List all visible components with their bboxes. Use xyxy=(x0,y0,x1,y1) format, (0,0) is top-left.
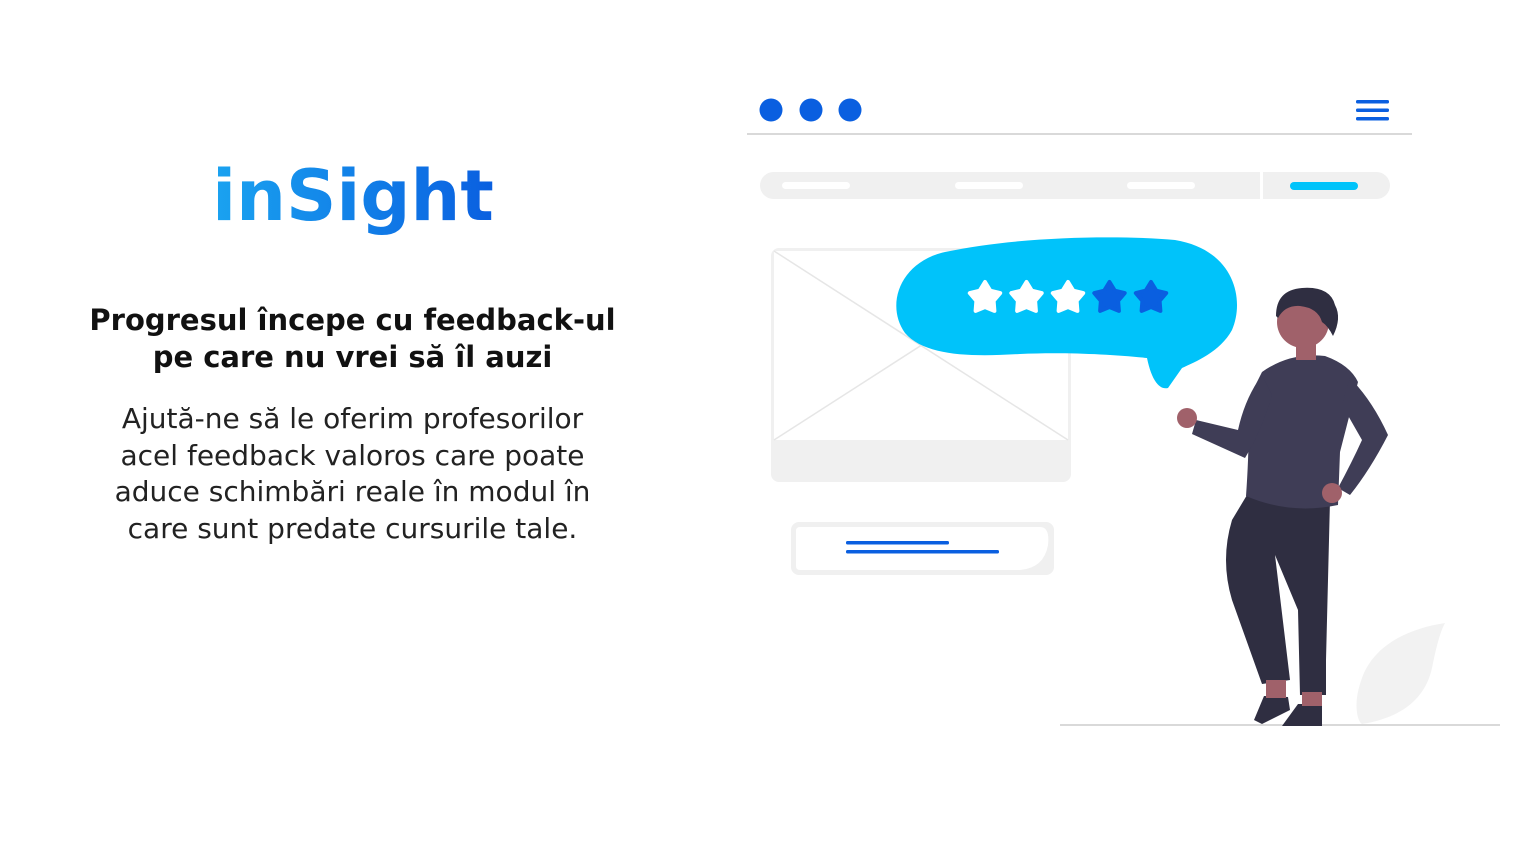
speech-bubble-shape xyxy=(896,237,1238,389)
shoe xyxy=(1282,704,1322,726)
pointing-arm xyxy=(1192,375,1272,458)
header-divider xyxy=(747,133,1412,135)
placeholder-diagonal xyxy=(773,250,1069,441)
nav-item[interactable] xyxy=(955,182,1023,189)
placeholder-diagonal xyxy=(773,250,1069,441)
browser-nav-bar xyxy=(760,172,1390,199)
tagline: Progresul începe cu feedback-ul pe care … xyxy=(60,302,645,376)
description-line: Ajută-ne să le oferim profesorilor xyxy=(121,402,584,435)
hair xyxy=(1276,287,1339,336)
shoe xyxy=(1254,696,1290,724)
logo-text: inSight xyxy=(212,155,494,237)
neck xyxy=(1296,336,1316,360)
hand xyxy=(1322,483,1342,503)
person-figure xyxy=(1177,287,1388,726)
description-line: aduce schimbări reale în modul în xyxy=(114,475,591,508)
star-empty-icon xyxy=(1133,280,1169,313)
star-empty-icon xyxy=(1092,280,1127,313)
window-dot-icon xyxy=(759,98,783,122)
nav-item[interactable] xyxy=(782,182,850,189)
shirt xyxy=(1246,355,1358,509)
ground-line xyxy=(1060,724,1500,726)
ankle xyxy=(1302,692,1322,706)
tagline-line: Progresul începe cu feedback-ul xyxy=(89,303,616,337)
nav-separator xyxy=(1260,172,1263,199)
hand xyxy=(1177,408,1197,428)
hamburger-menu-icon[interactable] xyxy=(1350,96,1396,124)
description: Ajută-ne să le oferim profesorilor acel … xyxy=(60,401,645,547)
description-line: acel feedback valoros care poate xyxy=(120,438,585,472)
pants xyxy=(1226,490,1330,695)
card-background xyxy=(771,248,1071,482)
browser-header xyxy=(747,96,1412,135)
star-rating xyxy=(967,280,1169,313)
rating-speech-bubble xyxy=(896,237,1238,389)
description-line: care sunt predate cursurile tale. xyxy=(127,511,578,545)
star-filled-icon xyxy=(1050,280,1086,313)
insight-logo: inSight xyxy=(212,155,494,237)
nav-item-active[interactable] xyxy=(1290,182,1358,190)
head xyxy=(1277,296,1329,348)
page: inSight Progresul începe cu feedback-ul … xyxy=(0,0,1518,854)
image-placeholder-card xyxy=(771,248,1071,482)
image-frame xyxy=(774,251,1068,440)
star-filled-icon xyxy=(967,280,1003,313)
star-filled-icon xyxy=(1009,280,1044,313)
window-dot-icon xyxy=(838,98,862,122)
nav-item[interactable] xyxy=(1127,182,1195,189)
tagline-line: pe care nu vrei să îl auzi xyxy=(152,340,553,374)
hip-arm xyxy=(1338,378,1388,495)
decorative-leaf-icon xyxy=(1356,623,1445,724)
intro-panel: inSight Progresul începe cu feedback-ul … xyxy=(60,150,645,547)
ankle xyxy=(1266,680,1286,698)
text-card-button[interactable] xyxy=(791,522,1054,575)
window-dot-icon xyxy=(799,98,823,122)
